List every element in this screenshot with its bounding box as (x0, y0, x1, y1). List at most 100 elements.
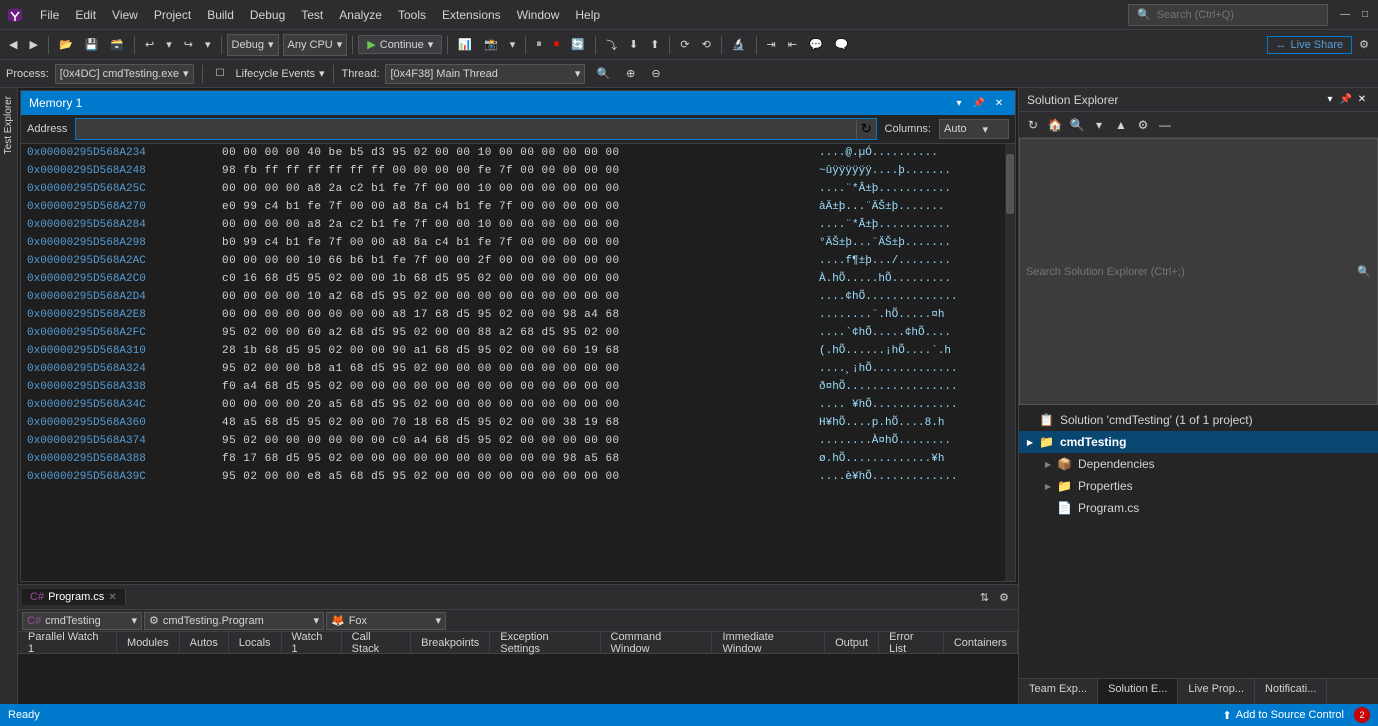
menu-extensions[interactable]: Extensions (434, 0, 509, 29)
menu-search[interactable]: 🔍 (1128, 4, 1328, 26)
save-all-button[interactable]: 🗃️ (105, 35, 129, 54)
se-sync-btn[interactable]: ↻ (1023, 115, 1043, 135)
pane-tab-error-list[interactable]: Error List (879, 632, 944, 653)
uncomment-button[interactable]: 🗨️ (830, 35, 854, 54)
comment-button[interactable]: 💬 (804, 35, 828, 54)
indent-button[interactable]: ⇥ (762, 35, 781, 54)
debug-more-1[interactable]: ⟳ (675, 35, 694, 54)
open-button[interactable]: 📂 (54, 35, 78, 54)
columns-dropdown[interactable]: Auto ▾ (939, 119, 1009, 139)
menu-window[interactable]: Window (509, 0, 568, 29)
redo-dropdown[interactable]: ▾ (200, 35, 216, 54)
se-bottom-tab-2[interactable]: Live Prop... (1178, 679, 1255, 704)
pane-tab-command-window[interactable]: Command Window (601, 632, 713, 653)
menu-search-input[interactable] (1157, 9, 1297, 21)
lifecycle-checkbox[interactable]: ☐ (211, 65, 230, 82)
step-over-button[interactable]: ⤵ (601, 34, 622, 56)
test-explorer-tab[interactable]: Test Explorer (1, 92, 16, 158)
pane-tab-output[interactable]: Output (825, 632, 879, 653)
pane-tab-exception-settings[interactable]: Exception Settings (490, 632, 600, 653)
se-tree-item-4[interactable]: 📄 Program.cs (1019, 497, 1378, 519)
menu-edit[interactable]: Edit (67, 0, 104, 29)
undo-dropdown[interactable]: ▾ (161, 35, 177, 54)
memory-dropdown-btn[interactable]: ▾ (951, 95, 967, 111)
menu-view[interactable]: View (104, 0, 146, 29)
step-out-button[interactable]: ⬆ (645, 35, 664, 54)
address-input[interactable] (76, 122, 856, 136)
se-settings-btn[interactable]: ⚙ (1133, 115, 1153, 135)
debug-more-2[interactable]: ⟲ (697, 35, 716, 54)
se-bottom-tab-1[interactable]: Solution E... (1098, 679, 1178, 704)
se-search-input[interactable] (1026, 266, 1353, 278)
step-into-button[interactable]: ⬇ (624, 35, 643, 54)
back-button[interactable]: ◀ (4, 35, 22, 54)
memory-pin-btn[interactable]: 📌 (971, 95, 987, 111)
toolbar-extra[interactable]: ⚙ (1354, 35, 1374, 54)
process-dropdown[interactable]: [0x4DC] cmdTesting.exe ▾ (55, 64, 194, 84)
debug-config-dropdown[interactable]: Debug ▾ (227, 34, 279, 56)
memory-content[interactable]: 0x00000295D568A234 00 00 00 00 40 be b5 … (21, 144, 1005, 581)
se-tree-item-3[interactable]: ▶ 📁 Properties (1019, 475, 1378, 497)
profiler-button[interactable]: 📊 (453, 35, 477, 54)
menu-build[interactable]: Build (199, 0, 242, 29)
maximize-button[interactable]: □ (1356, 6, 1374, 24)
member-dropdown[interactable]: 🦊 Fox ▾ (326, 612, 446, 630)
menu-analyze[interactable]: Analyze (331, 0, 390, 29)
pane-tab-call-stack[interactable]: Call Stack (342, 632, 412, 653)
menu-tools[interactable]: Tools (390, 0, 434, 29)
se-close-btn[interactable]: ✕ (1354, 92, 1370, 108)
thread-dropdown[interactable]: [0x4F38] Main Thread ▾ (385, 64, 585, 84)
menu-test[interactable]: Test (293, 0, 331, 29)
doc-tab-close[interactable]: ✕ (108, 592, 116, 603)
menu-help[interactable]: Help (567, 0, 608, 29)
namespace-dropdown[interactable]: C# cmdTesting ▾ (22, 612, 142, 630)
se-tree-item-2[interactable]: ▶ 📦 Dependencies (1019, 453, 1378, 475)
outdent-button[interactable]: ⇤ (783, 35, 802, 54)
pane-tab-parallel-watch-1[interactable]: Parallel Watch 1 (18, 632, 117, 653)
continue-button[interactable]: ▶ Continue ▾ (358, 35, 442, 54)
se-bottom-tab-3[interactable]: Notificati... (1255, 679, 1327, 704)
class-dropdown[interactable]: ⚙ cmdTesting.Program ▾ (144, 612, 324, 630)
pane-tab-immediate-window[interactable]: Immediate Window (712, 632, 825, 653)
menu-file[interactable]: File (32, 0, 67, 29)
se-filter-btn[interactable]: 🔍 (1067, 115, 1087, 135)
source-control-item[interactable]: ⬆ Add to Source Control (1223, 709, 1344, 722)
memory-scrollbar[interactable] (1005, 144, 1015, 581)
intellitrace-button[interactable]: 🔬 (727, 35, 751, 54)
stop-button[interactable]: ⏹ (549, 35, 565, 54)
scrollbar-thumb[interactable] (1006, 154, 1014, 214)
thread-btn-2[interactable]: ⊖ (646, 64, 665, 83)
save-button[interactable]: 💾 (80, 35, 104, 54)
platform-dropdown[interactable]: Any CPU ▾ (283, 34, 348, 56)
redo-button[interactable]: ↪ (179, 35, 198, 54)
pane-tab-modules[interactable]: Modules (117, 632, 180, 653)
snapshot-button[interactable]: 📸 (479, 35, 503, 54)
pane-tab-containers[interactable]: Containers (944, 632, 1018, 653)
pane-tab-locals[interactable]: Locals (229, 632, 282, 653)
se-home-btn[interactable]: 🏠 (1045, 115, 1065, 135)
restart-button[interactable]: 🔄 (566, 35, 590, 54)
menu-debug[interactable]: Debug (242, 0, 293, 29)
doc-tabs-settings[interactable]: ⚙ (994, 588, 1014, 607)
se-tree-item-0[interactable]: 📋 Solution 'cmdTesting' (1 of 1 project) (1019, 409, 1378, 431)
se-filter-dropdown[interactable]: ▾ (1089, 115, 1109, 135)
profiler-dropdown[interactable]: ▾ (505, 35, 521, 54)
thread-btn-1[interactable]: ⊕ (621, 64, 640, 83)
doc-tab-program-cs[interactable]: C# Program.cs ✕ (22, 589, 126, 605)
forward-button[interactable]: ▶ (24, 35, 42, 54)
doc-tabs-overflow[interactable]: ⇅ (975, 588, 994, 607)
pane-tab-watch-1[interactable]: Watch 1 (282, 632, 342, 653)
se-bottom-tab-0[interactable]: Team Exp... (1019, 679, 1098, 704)
pane-tab-breakpoints[interactable]: Breakpoints (411, 632, 490, 653)
address-go-button[interactable]: ↻ (856, 119, 876, 139)
memory-close-btn[interactable]: ✕ (991, 95, 1007, 111)
undo-button[interactable]: ↩ (140, 35, 159, 54)
minimize-button[interactable]: — (1336, 6, 1354, 24)
menu-project[interactable]: Project (146, 0, 199, 29)
se-minus-btn[interactable]: — (1155, 115, 1175, 135)
se-collapse-btn[interactable]: ▲ (1111, 115, 1131, 135)
liveshare-button[interactable]: ↔ Live Share (1267, 36, 1353, 54)
notification-badge[interactable]: 2 (1354, 707, 1370, 723)
pane-tab-autos[interactable]: Autos (180, 632, 229, 653)
se-dropdown-btn[interactable]: ▾ (1322, 92, 1338, 108)
